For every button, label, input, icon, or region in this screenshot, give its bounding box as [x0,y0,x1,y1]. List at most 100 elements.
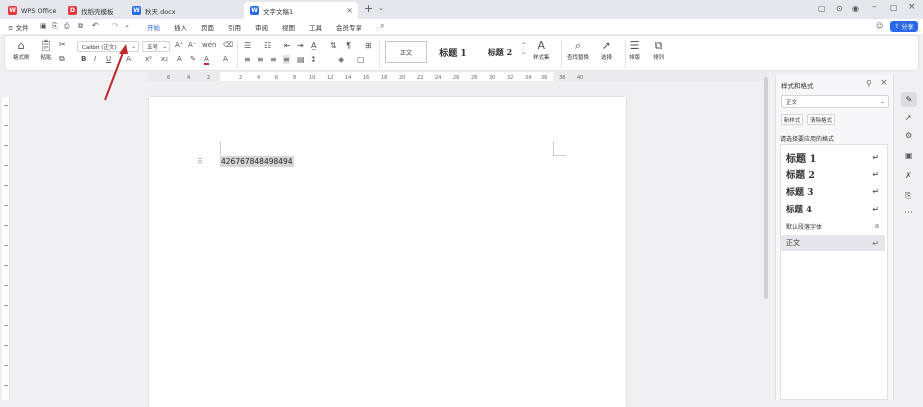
chevron-down-icon[interactable]: ⌄ [124,21,130,29]
bold-icon[interactable]: B [81,55,86,63]
tab-review[interactable]: 审阅 [255,22,268,32]
divider [625,40,626,68]
undo-icon[interactable]: ↶ [92,21,99,30]
document-page[interactable]: ⠿ 426767848498494 [149,97,626,407]
ruler-tick [4,145,8,146]
format-painter-button[interactable]: ⌂ 格式刷 [13,39,30,61]
border-icon[interactable]: ▢ [357,55,365,64]
find-replace-button[interactable]: ⌕ 查找替换 [567,39,589,61]
adjust-icon[interactable]: ⚙ [905,131,912,140]
paste-button[interactable]: 📋︎ 粘贴 [39,39,53,61]
more-icon[interactable]: ⋯ [904,208,913,218]
font-size-select[interactable]: 五号 ⌄ [142,41,170,52]
print-icon[interactable]: ⎙ [64,22,70,31]
tab-docer[interactable]: D 找稻壳模板 [62,2,124,19]
layout-button[interactable]: ☰ 排版 [629,39,640,61]
font-color-icon[interactable]: A [204,55,209,65]
redo-icon[interactable]: ↷ [112,21,119,30]
tab-document1[interactable]: W 文字文稿1 × [244,2,358,19]
table-icon[interactable]: ⊞ [365,41,372,50]
tab-home[interactable]: 开始 [147,22,160,32]
gallery-scroll-icon[interactable]: ⌃ ⌄ [521,42,526,56]
close-tab-icon[interactable]: × [346,6,353,15]
share-icon[interactable]: ⎘ [905,191,911,201]
file-menu[interactable]: ≡ 文件 [8,22,29,32]
style-set-button[interactable]: A 样式集 [533,39,550,61]
select-button[interactable]: ➚ 选择 [601,39,612,61]
style-list-item-heading4[interactable]: 标题 4 ↵ [780,201,885,217]
clear-format-icon[interactable]: ⌫ [223,41,233,49]
show-marks-icon[interactable]: ¶ [346,41,351,50]
chinese-layout-icon[interactable]: A̲ [311,41,316,50]
style-list-item-heading1[interactable]: 标题 1 ↵ [780,149,885,165]
bullet-list-icon[interactable]: ☰ [244,41,251,50]
open-icon[interactable]: ⎘ [52,22,58,31]
text-effect-icon[interactable]: A [177,55,182,63]
style-normal[interactable]: 正文 [385,41,427,63]
close-window-icon[interactable]: × [908,2,916,12]
char-border-icon[interactable]: A [223,55,228,63]
tab-tools[interactable]: 工具 [309,22,322,32]
align-center-icon[interactable]: ≡ [257,55,264,64]
drag-handle-icon[interactable]: ⠿ [197,157,203,166]
clear-format-button[interactable]: 清除格式 [807,114,835,125]
change-case-icon[interactable]: wén [202,41,216,49]
avatar-icon[interactable]: ◉ [852,4,859,13]
new-style-button[interactable]: 新样式 [781,114,803,125]
horizontal-ruler[interactable]: 642 2468 10 12 14 16 18 20 22 24 26 28 30 32 34 36… [147,72,767,81]
pin-icon[interactable]: ⚲ [866,79,872,88]
close-panel-icon[interactable]: × [880,78,888,88]
scrollbar[interactable] [764,77,768,299]
increase-indent-icon[interactable]: ⇥ [297,41,304,50]
subscript-icon[interactable]: x₂ [161,55,168,63]
tab-autumn-docx[interactable]: W 秋天.docx [126,2,240,19]
chevron-down-icon[interactable]: ⌄ [378,4,384,12]
shading-icon[interactable]: ◈ [338,55,344,64]
vertical-ruler[interactable] [2,97,10,400]
select-cursor-icon[interactable]: ➚ [905,113,912,122]
document-text[interactable]: 426767848498494 [220,156,294,167]
decrease-indent-icon[interactable]: ⇤ [284,41,291,50]
save-icon[interactable]: ▣ [40,22,47,30]
styles-pen-icon[interactable]: ✎ [901,92,917,107]
style-list-item-normal[interactable]: 正文 ↵ [780,235,885,251]
grow-font-icon[interactable]: A⁺ [175,41,183,49]
tools-icon[interactable]: ✗ [905,171,912,180]
style-heading1[interactable]: 标题 1 [431,41,475,63]
highlight-icon[interactable]: ✎ [190,55,196,63]
cut-icon[interactable]: ✂ [59,40,66,49]
image-icon[interactable]: ▣ [905,151,913,160]
distributed-icon[interactable]: ▤ [297,55,305,64]
tab-member[interactable]: 会员专享 [336,22,362,32]
justify-icon[interactable]: ≡ [283,55,290,64]
align-left-icon[interactable]: ≡ [244,55,251,64]
new-tab-icon[interactable]: + [364,2,373,15]
line-spacing-icon[interactable]: ↕ [310,55,317,64]
svg-text:30: 30 [489,75,495,81]
arrange-button[interactable]: ⧉ 排列 [653,39,664,61]
style-list-item-heading2[interactable]: 标题 2 ↵ [780,166,885,182]
search-icon[interactable]: ⌕ [380,21,384,31]
superscript-icon[interactable]: x² [145,55,152,63]
style-list-item-heading3[interactable]: 标题 3 ↵ [780,183,885,199]
window-layout-icon[interactable]: ▢ [818,4,826,13]
style-heading2[interactable]: 标题 2 [479,41,521,63]
shrink-font-icon[interactable]: A⁻ [188,41,196,49]
minimize-icon[interactable]: – [872,2,877,12]
current-style-select[interactable]: 正文 ⌄ [781,95,889,108]
preview-icon[interactable]: ⧉ [78,22,83,31]
tab-view[interactable]: 视图 [282,22,295,32]
align-right-icon[interactable]: ≡ [270,55,277,64]
tab-wps-office[interactable]: W WPS Office [2,2,60,19]
copy-icon[interactable]: ⧉ [59,54,65,64]
style-list-item-default-font[interactable]: 默认段落字体 a [780,218,885,234]
tab-insert[interactable]: 插入 [174,22,187,32]
sort-icon[interactable]: ⇅ [330,41,337,50]
cloud-icon[interactable]: ⊙ [836,4,843,13]
maximize-icon[interactable]: ▢ [890,3,898,12]
numbered-list-icon[interactable]: ☷ [264,41,271,50]
tab-page[interactable]: 页面 [201,22,214,32]
tab-references[interactable]: 引用 [228,22,241,32]
skin-icon[interactable]: ☺ [876,22,883,30]
share-button[interactable]: ⇪ 分享 [890,21,918,32]
